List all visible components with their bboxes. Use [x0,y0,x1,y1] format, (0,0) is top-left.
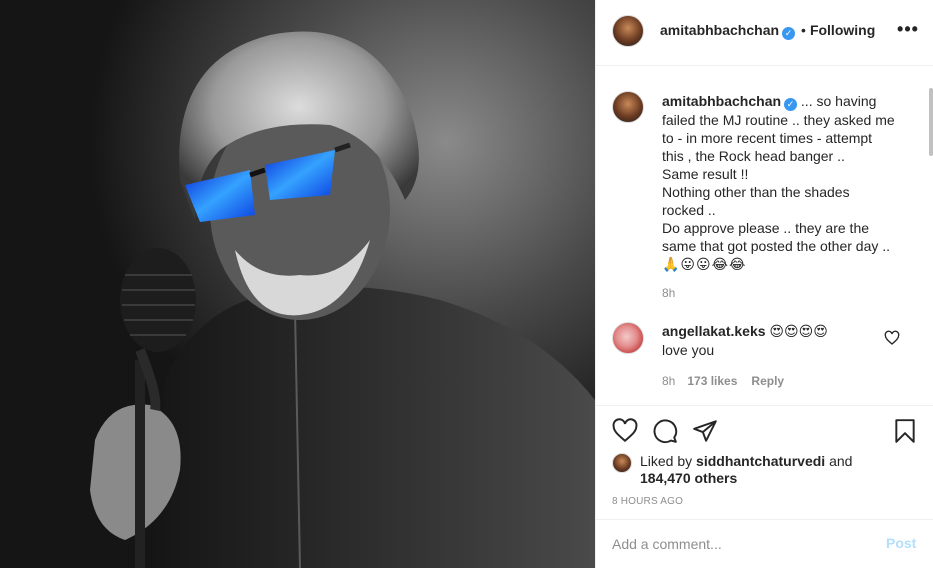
commenter-avatar[interactable] [612,322,644,354]
post-photo[interactable] [0,0,595,568]
more-options-icon[interactable]: ••• [896,17,920,41]
comment-bubble-icon[interactable] [652,418,678,444]
post-actions: Liked by siddhantchaturvedi and 184,470 … [596,405,933,568]
caption-line: rocked .. [662,202,716,218]
caption-time[interactable]: 8h [662,286,675,300]
caption-line: Nothing other than the shades [662,184,850,200]
follow-button[interactable]: Following [810,22,875,38]
likes-summary: Liked by siddhantchaturvedi and 184,470 … [640,453,852,487]
liked-by-avatar[interactable] [612,453,632,473]
post-detail-panel: amitabhbachchan ✓ • Following ••• amitabhba… [595,0,933,568]
caption-first-line: amitabhbachchan ✓ ... so having [662,92,906,111]
likes-prefix: Liked by [640,453,693,469]
author-avatar[interactable] [612,15,644,47]
caption-line: failed the MJ routine .. they asked me [662,112,895,128]
liked-by-username[interactable]: siddhantchaturvedi [696,453,825,469]
comment: angellakat.keks 😍😍😍😍 love you [662,322,892,360]
caption-emojis: 🙏😛😛😂😂 [662,256,747,272]
author-username[interactable]: amitabhbachchan [660,22,779,38]
post-comment-button[interactable]: Post [886,535,916,551]
comment-likes[interactable]: 173 likes [687,374,737,388]
comment-input[interactable] [612,534,862,554]
post-caption: amitabhbachchan ✓ ... so having failed th… [662,92,906,273]
separator-dot: • [801,22,806,38]
caption-line: this , the Rock head banger .. [662,148,845,164]
likes-and: and [829,453,853,469]
caption-line: Same result !! [662,166,749,182]
share-send-icon[interactable] [692,418,718,444]
author-line: amitabhbachchan ✓ • Following [660,22,875,40]
post-timestamp[interactable]: 8 HOURS AGO [612,496,683,507]
caption-line: Do approve please .. they are the [662,220,870,236]
comment-meta: 8h 173 likes Reply [662,374,798,388]
caption-username[interactable]: amitabhbachchan [662,93,781,109]
caption-text: ... so having [800,93,877,109]
verified-badge-icon: ✓ [784,98,798,111]
add-comment-bar: Post [596,519,933,568]
comment-time[interactable]: 8h [662,374,675,388]
post-header: amitabhbachchan ✓ • Following ••• [596,0,933,66]
caption-line: to - in more recent times - attempt [662,130,873,146]
comment-emojis: 😍😍😍😍 [769,323,828,339]
comment-username[interactable]: angellakat.keks [662,323,766,339]
caption-author-avatar[interactable] [612,91,644,123]
save-bookmark-icon[interactable] [892,418,918,444]
reply-button[interactable]: Reply [751,374,784,388]
like-heart-icon[interactable] [612,418,638,444]
comment-text: love you [662,342,715,358]
comments-scrollbar[interactable] [929,88,933,156]
comment-like-heart-icon[interactable] [884,330,900,346]
likes-others-count[interactable]: 184,470 others [640,470,737,486]
photo-illustration [0,0,595,568]
caption-line: same that got posted the other day .. [662,238,891,254]
verified-badge-icon: ✓ [782,27,796,40]
